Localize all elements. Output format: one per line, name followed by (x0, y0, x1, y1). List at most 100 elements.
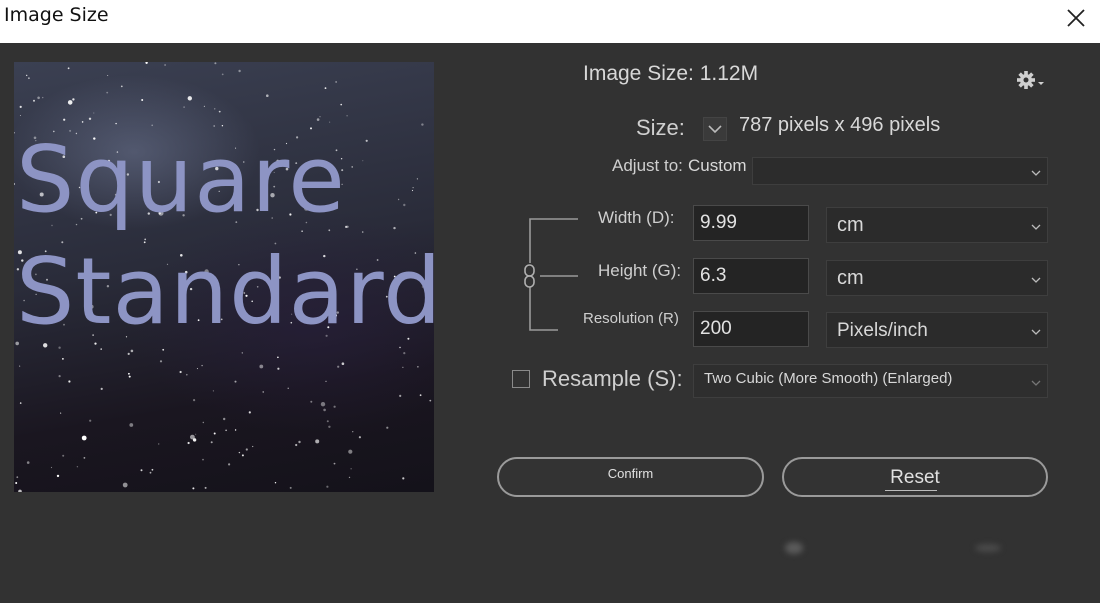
star (210, 441, 213, 444)
star (310, 400, 313, 403)
star (221, 73, 224, 76)
resample-label: Resample (S): (542, 366, 683, 391)
star (320, 402, 326, 407)
star (348, 449, 353, 454)
chevron-down-icon (1031, 170, 1041, 176)
chevron-down-icon (1031, 329, 1041, 335)
width-unit-dropdown[interactable]: cm (826, 207, 1048, 243)
star (62, 454, 65, 457)
resolution-unit-dropdown[interactable]: Pixels/inch (826, 312, 1048, 348)
star (186, 373, 188, 376)
resolution-input[interactable]: 200 (693, 311, 809, 347)
chevron-down-icon (1031, 224, 1041, 230)
star (328, 425, 331, 428)
star (386, 426, 389, 429)
star (346, 115, 348, 117)
resolution-unit-value: Pixels/inch (837, 320, 928, 341)
star (129, 423, 134, 427)
star (218, 110, 221, 113)
overlay-line-1: Square (16, 126, 346, 233)
star (140, 469, 143, 472)
star (298, 440, 301, 444)
star (164, 64, 167, 66)
star (195, 433, 197, 435)
chevron-down-icon (708, 125, 722, 134)
star (192, 487, 195, 490)
size-dropdown-toggle[interactable] (703, 117, 727, 141)
resample-method-dropdown[interactable]: Two Cubic (More Smooth) (Enlarged) (693, 364, 1048, 398)
star (295, 443, 298, 447)
adjust-to-dropdown[interactable] (752, 157, 1048, 185)
star (158, 443, 160, 445)
preview-overlay-text: Square Standard (14, 124, 434, 348)
star (76, 466, 79, 468)
window-title: Image Size (4, 4, 109, 26)
star (196, 368, 198, 370)
star (100, 348, 102, 350)
star (333, 462, 336, 465)
star (19, 115, 21, 116)
star (60, 412, 62, 414)
star (274, 482, 277, 484)
star (19, 365, 21, 367)
star (419, 394, 422, 397)
star (28, 77, 30, 80)
size-label: Size: (636, 115, 685, 140)
resample-checkbox[interactable] (512, 370, 530, 388)
width-input[interactable]: 9.99 (693, 205, 809, 241)
star (162, 348, 165, 351)
star (83, 457, 86, 459)
star (203, 105, 205, 107)
star (159, 360, 163, 363)
star (93, 112, 95, 114)
height-input[interactable]: 6.3 (693, 258, 809, 294)
star (223, 417, 226, 421)
star (42, 96, 44, 99)
star (287, 387, 289, 389)
star (202, 421, 204, 424)
link-icon[interactable] (522, 263, 538, 289)
title-bar: Image Size (0, 0, 1100, 43)
star (183, 106, 185, 108)
star (259, 364, 264, 369)
size-value: 787 pixels x 496 pixels (739, 114, 941, 136)
confirm-button[interactable]: Confirm (497, 457, 764, 497)
star (201, 364, 203, 367)
star (333, 405, 336, 408)
star (252, 445, 254, 448)
star (326, 420, 329, 423)
star (204, 486, 207, 489)
star (122, 482, 128, 488)
star (62, 358, 64, 360)
star (329, 121, 331, 123)
star (127, 352, 130, 355)
height-unit-value: cm (837, 267, 864, 289)
star (337, 365, 340, 368)
star (187, 441, 190, 445)
gear-icon[interactable] (1015, 68, 1045, 92)
height-unit-dropdown[interactable]: cm (826, 260, 1048, 296)
background-smudge (975, 544, 1001, 552)
resolution-label: Resolution (R) (583, 310, 679, 327)
star (340, 103, 343, 106)
star (341, 362, 345, 366)
star (277, 356, 279, 359)
star (149, 471, 152, 474)
star (141, 99, 144, 101)
star (266, 94, 269, 97)
star (429, 399, 432, 402)
chevron-down-icon (1031, 277, 1041, 283)
star (403, 352, 406, 355)
adjust-to-label: Adjust to: (612, 156, 683, 175)
star (145, 62, 148, 64)
star (15, 482, 18, 484)
star (19, 105, 22, 108)
close-icon[interactable] (1064, 6, 1088, 30)
star (350, 468, 352, 470)
width-unit-value: cm (837, 214, 864, 236)
star (262, 391, 264, 393)
reset-button[interactable]: Reset (782, 457, 1048, 497)
star (214, 62, 217, 65)
star (68, 380, 71, 383)
star (213, 432, 216, 435)
